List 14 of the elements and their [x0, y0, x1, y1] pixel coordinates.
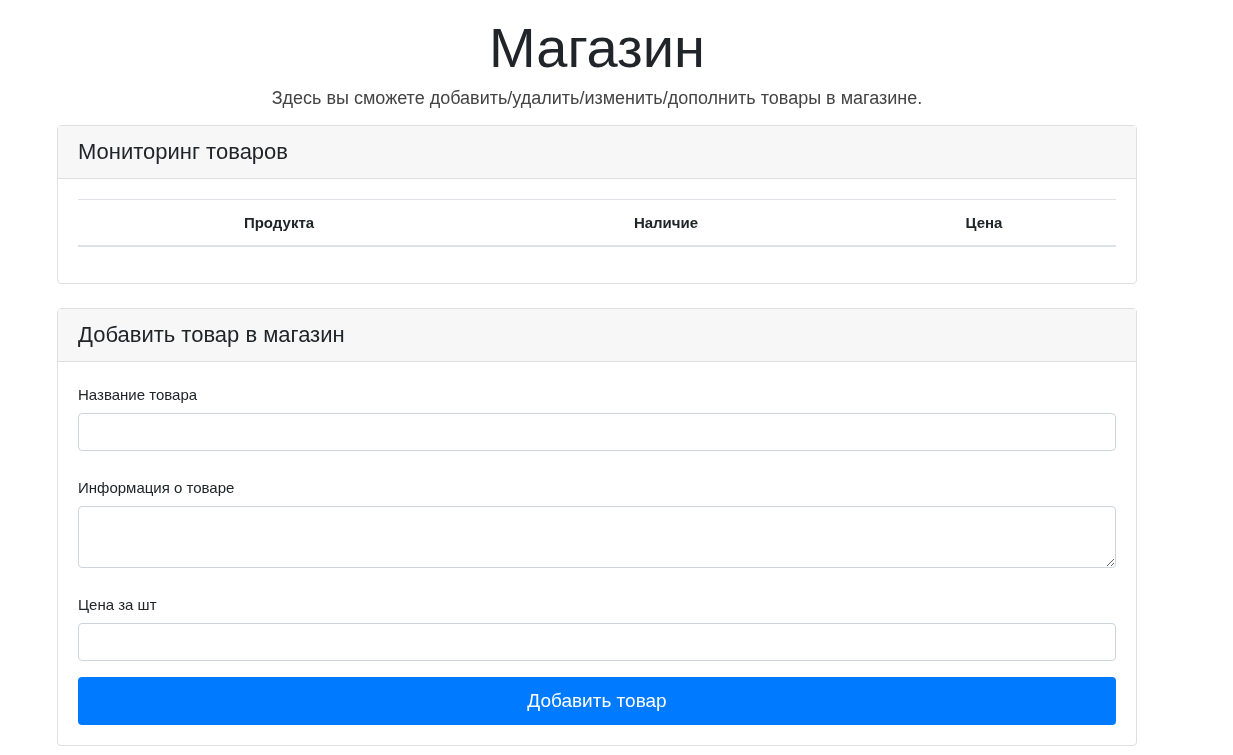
- input-field[interactable]: [78, 623, 1116, 661]
- add-product-button[interactable]: Добавить товар: [78, 677, 1116, 725]
- field-label: Информация о товаре: [78, 479, 236, 496]
- field-label: Цена за шт: [78, 596, 158, 613]
- column-header: Продукта: [242, 214, 316, 231]
- column-header: Наличие: [632, 214, 700, 231]
- column-header: Цена: [964, 214, 1004, 231]
- field-label: Название товара: [78, 386, 199, 403]
- page-title: Магазин: [488, 15, 706, 81]
- input-field[interactable]: [78, 413, 1116, 451]
- card-title: Мониторинг товаров: [58, 126, 1136, 179]
- card-title: Добавить товар в магазин: [58, 309, 1136, 362]
- text-area[interactable]: [78, 506, 1116, 568]
- page-subtitle: Здесь вы сможете добавить/удалить/изменить/дополнить товары в магазине.: [270, 88, 924, 109]
